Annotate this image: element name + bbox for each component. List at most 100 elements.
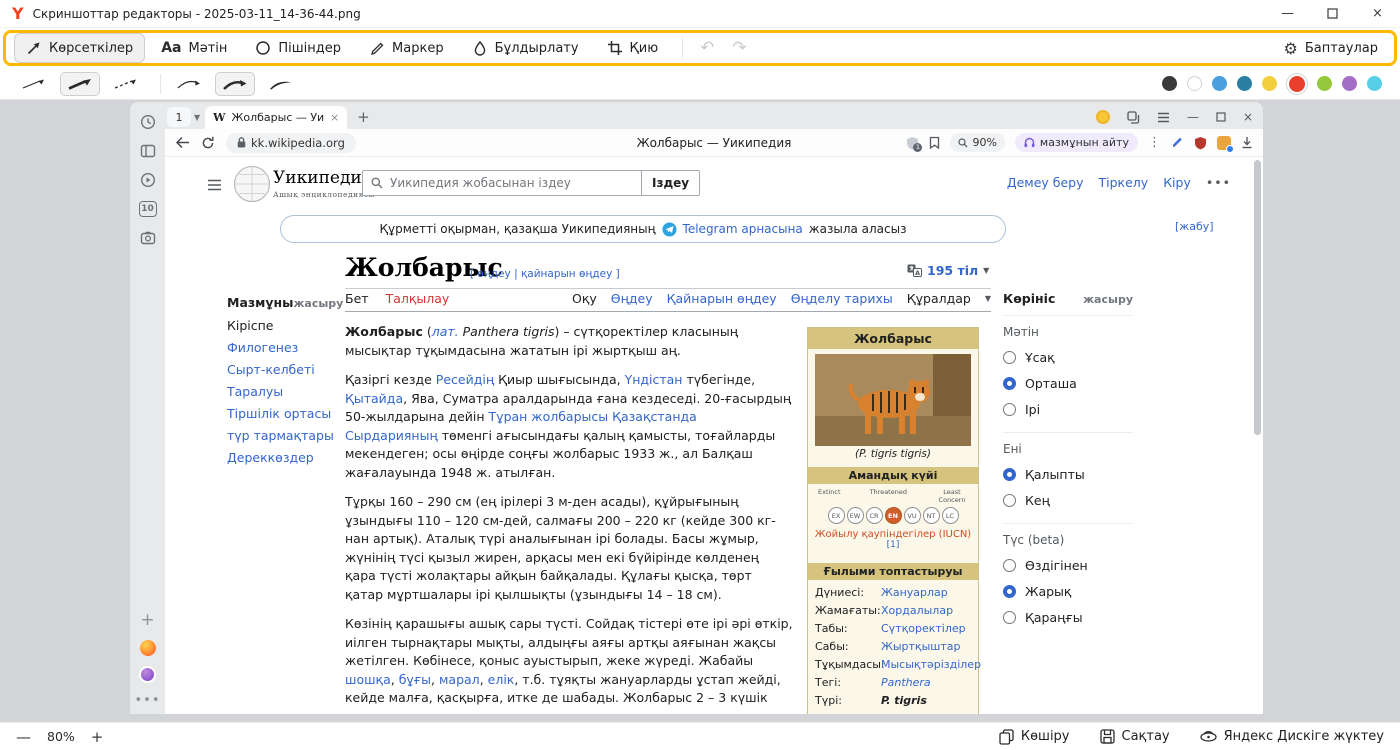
tab-count-badge[interactable]: 10 xyxy=(139,201,157,217)
adblock-extension-icon[interactable] xyxy=(1194,136,1207,150)
thin-curved-arrow-style-button[interactable] xyxy=(169,72,209,96)
languages-button[interactable]: A 195 тіл ▼ xyxy=(907,263,989,278)
toc-item[interactable]: Сырт-келбеті xyxy=(227,363,341,377)
bookmark-icon[interactable] xyxy=(929,136,940,149)
toc-item[interactable]: Тіршілік ортасы xyxy=(227,407,341,421)
tool-arrows[interactable]: Көрсеткілер xyxy=(14,33,145,63)
tab-group-counter[interactable]: 1 xyxy=(167,107,191,127)
upload-disk-button[interactable]: Яндекс Дискіге жүктеу xyxy=(1200,729,1384,744)
radio-option[interactable]: Ұсақ xyxy=(1003,350,1133,365)
solid-curved-arrow-style-button[interactable] xyxy=(261,72,301,96)
color-swatch[interactable] xyxy=(1212,76,1227,91)
color-swatch[interactable] xyxy=(1342,76,1357,91)
color-swatch[interactable] xyxy=(1187,76,1202,91)
zoom-in-button[interactable]: + xyxy=(91,728,104,746)
tab-history[interactable]: Өңделу тарихы xyxy=(791,291,893,306)
radio-option[interactable]: Өздігінен xyxy=(1003,558,1133,573)
appearance-hide-link[interactable]: жасыру xyxy=(1083,293,1133,306)
scrollbar-thumb[interactable] xyxy=(1254,160,1261,435)
color-swatch[interactable] xyxy=(1367,76,1382,91)
radio-option[interactable]: Қараңғы xyxy=(1003,610,1133,625)
extension-icon[interactable] xyxy=(1217,136,1231,150)
tab-tools[interactable]: Құралдар xyxy=(907,291,971,306)
read-aloud-button[interactable]: мазмұнын айту xyxy=(1015,133,1138,152)
tab-page[interactable]: Бет xyxy=(345,291,369,306)
tab-edit-source[interactable]: Қайнарын өңдеу xyxy=(667,291,777,306)
undo-icon[interactable]: ↶ xyxy=(691,38,723,58)
color-swatch[interactable] xyxy=(1237,76,1252,91)
browser-close-icon[interactable]: × xyxy=(1243,110,1253,124)
tab-read[interactable]: Оқу xyxy=(572,291,597,306)
download-icon[interactable] xyxy=(1241,136,1253,149)
browser-restore-icon[interactable] xyxy=(1216,112,1226,122)
new-tab-icon[interactable]: + xyxy=(357,108,370,126)
color-swatch[interactable] xyxy=(1317,76,1332,91)
browser-menu-icon[interactable] xyxy=(1157,112,1170,123)
radio-option[interactable]: Қалыпты xyxy=(1003,467,1133,482)
color-swatch[interactable] xyxy=(1162,76,1177,91)
active-tab[interactable]: W Жолбарыс — Уикипеді × xyxy=(205,106,347,129)
status-reference[interactable]: [1] xyxy=(887,540,900,550)
wikipedia-logo[interactable] xyxy=(233,165,271,203)
screenshot-icon[interactable] xyxy=(140,230,156,246)
tab-talk[interactable]: Талқылау xyxy=(386,291,450,306)
back-icon[interactable] xyxy=(175,136,190,149)
toc-item[interactable]: Таралуы xyxy=(227,385,341,399)
editor-extension-icon[interactable] xyxy=(1171,136,1184,149)
plus-subscription-icon[interactable] xyxy=(1096,110,1110,124)
color-swatch-selected[interactable] xyxy=(1287,74,1307,94)
toc-hide-link[interactable]: жасыру xyxy=(293,297,343,310)
history-icon[interactable] xyxy=(140,114,156,130)
toc-item[interactable]: Кіріспе xyxy=(227,319,341,333)
register-link[interactable]: Тіркелу xyxy=(1099,175,1149,190)
tool-text[interactable]: Аа Мәтін xyxy=(149,33,239,63)
copy-button[interactable]: Көшіру xyxy=(999,729,1070,745)
radio-option[interactable]: Кең xyxy=(1003,493,1133,508)
tab-group-chevron-icon[interactable]: ▼ xyxy=(194,113,200,122)
tool-crop[interactable]: Қию xyxy=(595,33,671,63)
add-panel-icon[interactable]: + xyxy=(140,610,154,630)
minimize-icon[interactable]: — xyxy=(1265,0,1310,28)
toc-item[interactable]: түр тармақтары xyxy=(227,429,341,443)
panels-icon[interactable] xyxy=(140,143,156,159)
telegram-link[interactable]: Telegram арнасына xyxy=(683,222,803,236)
donate-link[interactable]: Демеу беру xyxy=(1007,175,1084,190)
hamburger-icon[interactable] xyxy=(207,179,222,191)
tab-close-icon[interactable]: × xyxy=(330,111,339,124)
wiki-search-input[interactable]: Уикипедия жобасынан іздеу xyxy=(362,170,642,196)
wikipedia-wordmark[interactable]: УикипедиЯ Ашық энциклопедиясы xyxy=(273,168,376,199)
title-edit-links[interactable]: [ өңдеу | қайнарын өңдеу ] xyxy=(470,268,620,280)
toc-item[interactable]: Филогенез xyxy=(227,341,341,355)
kebab-menu-icon[interactable]: ⋮ xyxy=(1148,135,1161,150)
tab-panels-icon[interactable] xyxy=(1127,111,1140,124)
zoom-out-button[interactable]: — xyxy=(16,728,31,746)
user-more-icon[interactable]: ••• xyxy=(1206,175,1231,190)
settings-button[interactable]: ⚙ Баптаулар xyxy=(1276,33,1387,64)
protect-shield-icon[interactable]: 1 xyxy=(906,136,919,150)
games-icon[interactable] xyxy=(140,640,156,656)
tool-shapes[interactable]: Пішіндер xyxy=(243,33,353,63)
play-icon[interactable] xyxy=(140,172,156,188)
color-swatch[interactable] xyxy=(1262,76,1277,91)
toc-item[interactable]: Дереккөздер xyxy=(227,451,341,465)
close-icon[interactable]: × xyxy=(1355,0,1400,28)
tool-blur[interactable]: Бұлдырлату xyxy=(460,33,591,63)
maximize-icon[interactable] xyxy=(1310,0,1355,28)
bold-arrow-style-button[interactable] xyxy=(60,72,100,96)
sidebar-more-icon[interactable]: ••• xyxy=(134,693,160,708)
dashed-arrow-style-button[interactable] xyxy=(106,72,146,96)
editor-canvas[interactable]: 10 + ••• 1 ▼ W Жолбарыс — Уикипеді × + xyxy=(0,100,1400,722)
save-button[interactable]: Сақтау xyxy=(1100,729,1170,744)
login-link[interactable]: Кіру xyxy=(1163,175,1191,190)
radio-option[interactable]: Орташа xyxy=(1003,376,1133,391)
wiki-search-button[interactable]: Іздеу xyxy=(642,170,700,196)
browser-minimize-icon[interactable]: — xyxy=(1187,110,1199,124)
reload-icon[interactable] xyxy=(201,136,215,150)
tab-edit[interactable]: Өңдеу xyxy=(611,291,653,306)
alice-icon[interactable] xyxy=(139,666,156,683)
redo-icon[interactable]: ↷ xyxy=(723,38,755,58)
url-field[interactable]: kk.wikipedia.org xyxy=(226,133,356,153)
browser-zoom-control[interactable]: 90% xyxy=(950,133,1004,152)
radio-option[interactable]: Ірі xyxy=(1003,402,1133,417)
thin-arrow-style-button[interactable] xyxy=(14,72,54,96)
